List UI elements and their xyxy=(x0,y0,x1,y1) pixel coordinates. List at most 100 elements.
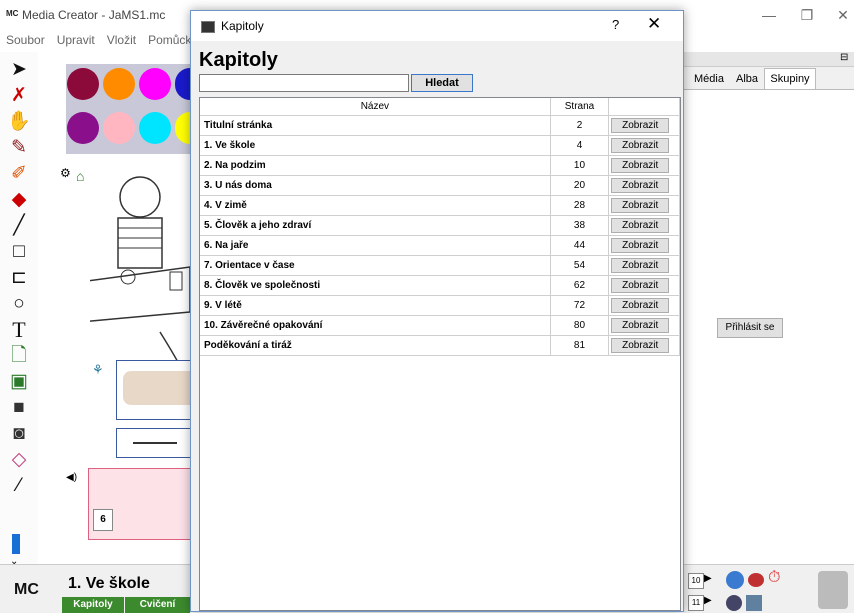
tab-alba[interactable]: Alba xyxy=(730,68,764,90)
page-number-10[interactable]: 10 xyxy=(688,573,704,589)
column-header-name[interactable]: Název xyxy=(200,98,551,116)
chapter-page: 4 xyxy=(550,135,610,156)
cake-picture xyxy=(123,371,191,405)
ellipse-icon[interactable]: ○ xyxy=(7,292,31,316)
table-row[interactable]: 3. U nás doma 20 Zobrazit xyxy=(200,175,680,196)
trash-icon[interactable] xyxy=(818,571,848,609)
show-chapter-button[interactable]: Zobrazit xyxy=(611,278,670,293)
ic-icon[interactable]: ■ xyxy=(7,396,31,420)
pin-icon[interactable]: ⊟ xyxy=(840,52,848,63)
chapter-name: 8. Člověk ve společnosti xyxy=(200,275,551,296)
settings-icon[interactable]: ⚙ xyxy=(60,166,71,180)
arrow-icon[interactable]: ➤ xyxy=(7,58,31,82)
next-page-icon-2[interactable]: ▶ xyxy=(704,595,712,606)
tab-cviceni[interactable]: Cvičení xyxy=(125,597,190,613)
menu-soubor[interactable]: Soubor xyxy=(6,33,45,47)
zoom-slider[interactable] xyxy=(12,534,20,554)
chapter-page: 81 xyxy=(550,335,610,356)
pen-icon[interactable]: ✎ xyxy=(7,136,31,160)
sound-icon[interactable]: ◀) xyxy=(66,472,77,483)
show-chapter-button[interactable]: Zobrazit xyxy=(611,118,670,133)
tab-skupiny[interactable]: Skupiny xyxy=(764,68,816,90)
table-row[interactable]: 7. Orientace v čase 54 Zobrazit xyxy=(200,255,680,276)
eraser-cross-icon[interactable]: ✗ xyxy=(7,84,31,108)
page-canvas[interactable]: ⌂ ⚙ ⚘ ◀) 6 xyxy=(38,52,192,564)
chapter-page: 2 xyxy=(550,115,610,136)
search-button[interactable]: Hledat xyxy=(411,74,473,92)
color-swatch-pink[interactable] xyxy=(103,112,135,144)
close-window-button[interactable]: ✕ xyxy=(826,4,854,26)
chapter-name: 2. Na podzim xyxy=(200,155,551,176)
color-swatch-orange[interactable] xyxy=(103,68,135,100)
page-number-11[interactable]: 11 xyxy=(688,595,704,611)
menu-vlozit[interactable]: Vložit xyxy=(107,33,136,47)
restore-button[interactable]: ❐ xyxy=(790,4,824,26)
text-icon[interactable]: T xyxy=(7,318,31,342)
show-chapter-button[interactable]: Zobrazit xyxy=(611,138,670,153)
camera-icon[interactable]: ◙ xyxy=(7,422,31,446)
table-row[interactable]: 6. Na jaře 44 Zobrazit xyxy=(200,235,680,256)
table-row[interactable]: 4. V zimě 28 Zobrazit xyxy=(200,195,680,216)
show-chapter-button[interactable]: Zobrazit xyxy=(611,198,670,213)
dialog-title-bar: Kapitoly ? ✕ xyxy=(191,11,683,41)
table-row[interactable]: 5. Člověk a jeho zdraví 38 Zobrazit xyxy=(200,215,680,236)
color-swatch-magenta[interactable] xyxy=(139,68,171,100)
page-navigator: 10 ▶ 11 ▶ ⏱ xyxy=(684,564,854,613)
login-button[interactable]: Přihlásit se xyxy=(717,318,783,338)
menu-upravit[interactable]: Upravit xyxy=(57,33,95,47)
table-row[interactable]: 2. Na podzim 10 Zobrazit xyxy=(200,155,680,176)
table-row[interactable]: 10. Závěrečné opakování 80 Zobrazit xyxy=(200,315,680,336)
chapter-page: 80 xyxy=(550,315,610,336)
timer-icon[interactable]: ⏱ xyxy=(768,569,780,587)
panel-content: Přihlásit se xyxy=(684,89,854,565)
show-chapter-button[interactable]: Zobrazit xyxy=(611,238,670,253)
hide-icon[interactable]: ◇ xyxy=(7,448,31,472)
highlighter-icon[interactable]: ✐ xyxy=(7,162,31,186)
table-row[interactable]: 1. Ve škole 4 Zobrazit xyxy=(200,135,680,156)
color-swatch-maroon[interactable] xyxy=(67,68,99,100)
eraser-icon[interactable]: ◆ xyxy=(7,188,31,212)
close-dialog-button[interactable]: ✕ xyxy=(647,14,661,34)
show-chapter-button[interactable]: Zobrazit xyxy=(611,298,670,313)
rectangle-icon[interactable]: □ xyxy=(7,240,31,264)
table-row[interactable]: 9. V létě 72 Zobrazit xyxy=(200,295,680,316)
chapter-page: 44 xyxy=(550,235,610,256)
show-chapter-button[interactable]: Zobrazit xyxy=(611,178,670,193)
chapter-page: 28 xyxy=(550,195,610,216)
color-swatch-purple[interactable] xyxy=(67,112,99,144)
minimize-button[interactable]: — xyxy=(752,4,786,26)
table-row[interactable]: Poděkování a tiráž 81 Zobrazit xyxy=(200,335,680,356)
polyline-icon[interactable]: ⊏ xyxy=(7,266,31,290)
chapter-page: 62 xyxy=(550,275,610,296)
chapter-name: 6. Na jaře xyxy=(200,235,551,256)
tab-kapitoly[interactable]: Kapitoly xyxy=(62,597,124,613)
globe-icon[interactable] xyxy=(726,595,742,611)
next-page-icon[interactable]: ▶ xyxy=(704,573,712,584)
show-chapter-button[interactable]: Zobrazit xyxy=(611,338,670,353)
hand-icon[interactable]: ✋ xyxy=(7,110,31,134)
show-chapter-button[interactable]: Zobrazit xyxy=(611,158,670,173)
show-chapter-button[interactable]: Zobrazit xyxy=(611,218,670,233)
chapter-page: 20 xyxy=(550,175,610,196)
help-button[interactable]: ? xyxy=(612,17,619,32)
show-chapter-button[interactable]: Zobrazit xyxy=(611,318,670,333)
chapter-page: 54 xyxy=(550,255,610,276)
brain-icon[interactable] xyxy=(748,573,764,587)
column-header-page[interactable]: Strana xyxy=(550,98,610,116)
chapters-table: Název Strana Titulní stránka 2 Zobrazit 1. … xyxy=(199,97,681,611)
show-chapter-button[interactable]: Zobrazit xyxy=(611,258,670,273)
note-icon[interactable]: 🗋 xyxy=(7,344,31,368)
line-icon[interactable]: ╱ xyxy=(7,214,31,238)
keyboard-icon[interactable] xyxy=(746,595,762,611)
chapter-name: 7. Orientace v čase xyxy=(200,255,551,276)
media-icon[interactable]: ⌂ xyxy=(76,168,84,184)
tab-media[interactable]: Média xyxy=(688,68,730,90)
image-icon[interactable]: ▣ xyxy=(7,370,31,394)
palette-icon[interactable] xyxy=(726,571,744,589)
cake-media-icon[interactable]: ⚘ xyxy=(92,362,104,378)
search-input[interactable] xyxy=(199,74,409,92)
eyedropper-icon[interactable]: ⁄ xyxy=(7,474,31,498)
table-row[interactable]: 8. Člověk ve společnosti 62 Zobrazit xyxy=(200,275,680,296)
table-row[interactable]: Titulní stránka 2 Zobrazit xyxy=(200,115,680,136)
color-swatch-cyan[interactable] xyxy=(139,112,171,144)
